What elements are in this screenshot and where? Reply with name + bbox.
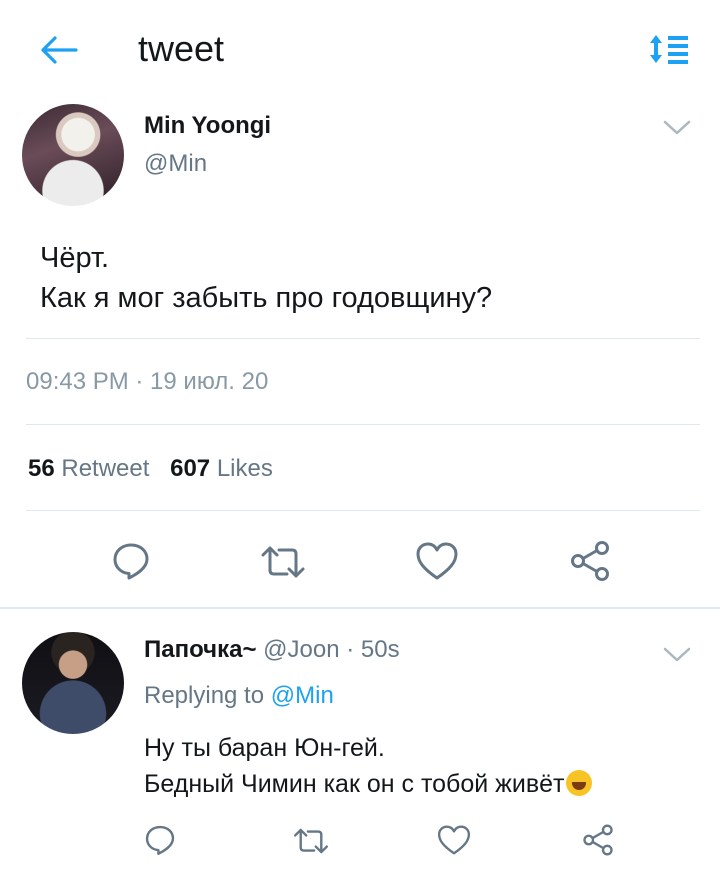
likes-count-value: 607: [170, 455, 211, 482]
reply-author-handle[interactable]: @Joon: [263, 636, 339, 663]
replying-to-mention[interactable]: @Min: [271, 682, 334, 709]
reply-author-avatar[interactable]: [22, 632, 124, 734]
like-button[interactable]: [434, 820, 474, 860]
reply-text: Ну ты баран Юн-гей. Бедный Чимин как он …: [144, 730, 593, 802]
retweet-count[interactable]: 56 Retweet: [28, 455, 149, 482]
reply-author-name[interactable]: Папочка~: [144, 636, 256, 663]
reply-time: · 50s: [346, 636, 400, 663]
section-divider: [0, 607, 720, 609]
retweet-icon: [293, 828, 329, 854]
reply-icon: [113, 543, 149, 580]
sort-button[interactable]: [645, 28, 693, 70]
author-name[interactable]: Min Yoongi: [144, 112, 271, 140]
top-bar: tweet: [0, 0, 720, 100]
heart-icon: [416, 542, 458, 580]
divider: [26, 510, 700, 511]
reply-button[interactable]: [108, 538, 154, 584]
likes-count-label: Likes: [216, 455, 273, 482]
heart-icon: [437, 825, 471, 855]
tweet-text: Чёрт. Как я мог забыть про годовщину?: [40, 238, 492, 318]
likes-count[interactable]: 607 Likes: [170, 455, 273, 482]
share-button[interactable]: [578, 820, 618, 860]
chevron-down-icon[interactable]: [662, 118, 692, 138]
tweet-timestamp: 09:43 PM · 19 июл. 20: [26, 368, 269, 395]
reply-button[interactable]: [140, 820, 180, 860]
retweet-button[interactable]: [290, 822, 332, 860]
share-icon: [571, 541, 609, 581]
reply-text-line: Ну ты баран Юн-гей.: [144, 734, 385, 762]
retweet-count-value: 56: [28, 455, 55, 482]
share-icon: [583, 824, 613, 856]
tweet-text-line: Как я мог забыть про годовщину?: [40, 282, 493, 314]
replying-to: Replying to @Min: [144, 682, 334, 710]
retweet-button[interactable]: [258, 540, 308, 584]
share-button[interactable]: [566, 538, 614, 584]
rolling-on-floor-laughing-emoji-icon: [566, 770, 593, 796]
retweet-count-label: Retweet: [61, 455, 150, 482]
tweet-stats: 56 Retweet 607 Likes: [28, 455, 287, 483]
replying-to-label: Replying to: [144, 682, 265, 709]
tweet-text-line: Чёрт.: [40, 242, 110, 274]
back-button[interactable]: [36, 30, 80, 70]
retweet-icon: [261, 546, 305, 578]
reply-icon: [145, 825, 175, 855]
chevron-down-icon[interactable]: [662, 645, 692, 665]
sort-icon: [650, 35, 688, 64]
reply-text-line: Бедный Чимин как он с тобой живёт: [144, 770, 565, 798]
author-handle[interactable]: @Min: [144, 150, 207, 178]
reply-header: Папочка~ @Joon · 50s: [144, 636, 400, 664]
divider: [26, 424, 700, 425]
back-arrow-icon: [41, 36, 78, 64]
page-title: tweet: [138, 28, 225, 69]
divider: [26, 338, 700, 339]
like-button[interactable]: [413, 538, 461, 584]
author-avatar[interactable]: [22, 104, 124, 206]
